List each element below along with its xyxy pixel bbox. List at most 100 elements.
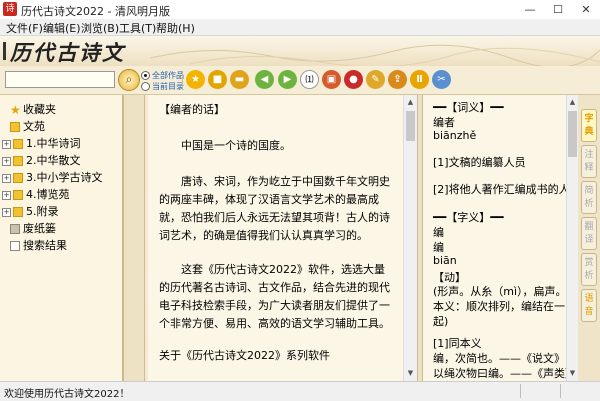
folder-icon (13, 190, 23, 200)
article-paragraph: 唐诗、宋词，作为屹立于中国数千年文明史的两座丰碑，体现了汉语言文学艺术的最高成就… (159, 175, 390, 242)
document-icon (10, 241, 20, 251)
folder-icon (13, 139, 23, 149)
character: 编 (433, 241, 444, 254)
tab-translation[interactable]: 翻译 (581, 217, 597, 250)
menu-browse[interactable]: 浏览(B) (81, 20, 119, 36)
tab-audio[interactable]: 语音 (581, 289, 597, 322)
tree-item-appendix[interactable]: +5.附录 (2, 203, 59, 218)
article-scrollbar[interactable]: ▲ ▼ (403, 95, 417, 381)
menu-tools[interactable]: 工具(T) (119, 20, 156, 36)
tree-item-favorites[interactable]: ★ 收藏夹 (10, 101, 56, 117)
left-splitter[interactable] (123, 95, 145, 381)
banner: 历代古诗文 (0, 36, 600, 67)
expand-icon[interactable]: + (2, 156, 11, 166)
back-icon[interactable]: ◀ (255, 70, 274, 89)
side-tabs: 字典 注释 简析 翻译 赏析 语音 (578, 95, 600, 381)
expand-icon[interactable]: + (2, 190, 11, 200)
scope-current-radio[interactable]: 当前目录 (141, 81, 184, 92)
color-icon[interactable]: ● (344, 70, 363, 89)
banner-decoration (150, 44, 600, 66)
section-header: ━━【字义】━━ (433, 211, 504, 224)
tab-notes[interactable]: 注释 (581, 145, 597, 178)
menu-bar: 文件(F) 编辑(E) 浏览(B) 工具(T) 帮助(H) (0, 19, 600, 36)
window-title: 历代古诗文2022 - 清风明月版 (21, 5, 170, 18)
tree-item-trash[interactable]: 废纸篓 (10, 220, 56, 235)
article-paragraph: 关于《历代古诗文2022》系列软件 (159, 349, 330, 362)
minimize-button[interactable]: — (516, 0, 544, 19)
star-icon: ★ (10, 103, 21, 117)
pinyin: biānzhě (433, 129, 477, 142)
article-view: 【编者的话】 中国是一个诗的国度。 唐诗、宋词，作为屹立于中国数千年文明史的两座… (148, 95, 403, 381)
article-heading: 【编者的话】 (159, 103, 225, 116)
definition: [1]同本义 (433, 337, 482, 350)
dictionary-panel: ━━【词义】━━ 编者 biānzhě [1]文稿的编纂人员 [2]将他人著作汇… (423, 95, 574, 381)
search-icon[interactable]: ⌕ (118, 69, 140, 91)
scroll-thumb[interactable] (568, 111, 577, 157)
toolbar-separator (182, 71, 183, 89)
scroll-down-icon[interactable]: ▼ (406, 369, 415, 377)
search-input[interactable] (5, 71, 115, 88)
close-button[interactable]: ✕ (572, 0, 600, 19)
section-header: ━━【词义】━━ (433, 101, 504, 114)
folder-icon (13, 173, 23, 183)
settings-icon[interactable]: ✂ (432, 70, 451, 89)
article-paragraph: 中国是一个诗的国度。 (181, 139, 291, 152)
tree-item-prose[interactable]: +2.中华散文 (2, 152, 81, 167)
folder-open-icon[interactable]: ▬ (230, 70, 249, 89)
citation: 以绳次物曰编。——《声类》 (433, 367, 574, 380)
menu-help[interactable]: 帮助(H) (156, 20, 195, 36)
tree-item-poetry[interactable]: +1.中华诗词 (2, 135, 81, 150)
tree-item-label: 收藏夹 (23, 103, 56, 116)
dictionary-scrollbar[interactable]: ▲ ▼ (566, 95, 578, 381)
forward-icon[interactable]: ▶ (278, 70, 297, 89)
part-of-speech: 【动】 (433, 271, 466, 284)
bookmark-icon[interactable]: ■ (208, 70, 227, 89)
tab-dictionary[interactable]: 字典 (581, 109, 597, 142)
menu-edit[interactable]: 编辑(E) (43, 20, 81, 36)
tree-item-label: 1.中华诗词 (26, 137, 81, 150)
scope-current-label: 当前目录 (152, 82, 184, 91)
status-message: 欢迎使用历代古诗文2022！ (4, 389, 130, 400)
maximize-button[interactable]: ☐ (544, 0, 572, 19)
scroll-up-icon[interactable]: ▲ (406, 98, 415, 106)
scroll-thumb[interactable] (406, 111, 415, 141)
scope-all-label: 全部作品 (152, 71, 184, 80)
tree-item-school[interactable]: +3.中小学古诗文 (2, 169, 103, 184)
star-icon[interactable]: ★ (186, 70, 205, 89)
scope-all-radio[interactable]: 全部作品 (141, 70, 184, 81)
folder-icon (10, 122, 20, 132)
export-icon[interactable]: ⇪ (388, 70, 407, 89)
tree-item-label: 4.博览苑 (26, 188, 70, 201)
tree-item-wenyuan[interactable]: 文苑 (10, 118, 45, 133)
scroll-up-icon[interactable]: ▲ (568, 98, 577, 106)
tree-item-label: 搜索结果 (23, 239, 67, 252)
tree-item-boyuan[interactable]: +4.博览苑 (2, 186, 70, 201)
banner-bar (3, 42, 6, 60)
tree-item-label: 5.附录 (26, 205, 59, 218)
scroll-down-icon[interactable]: ▼ (568, 369, 577, 377)
tab-analysis[interactable]: 简析 (581, 181, 597, 214)
tree-item-label: 3.中小学古诗文 (26, 171, 103, 184)
tree-item-search-results[interactable]: 搜索结果 (10, 237, 67, 252)
status-divider (520, 384, 521, 398)
expand-icon[interactable]: + (2, 139, 11, 149)
status-bar: 欢迎使用历代古诗文2022！ (0, 381, 600, 401)
word: 编者 (433, 116, 455, 129)
definition: [2]将他人著作汇编成书的人 (433, 183, 570, 196)
character: 编 (433, 226, 444, 239)
definition: [1]文稿的编纂人员 (433, 156, 526, 169)
menu-file[interactable]: 文件(F) (6, 20, 43, 36)
tree-item-label: 废纸篓 (23, 222, 56, 235)
tab-appreciation[interactable]: 赏析 (581, 253, 597, 286)
copy-icon[interactable]: ▣ (322, 70, 341, 89)
expand-icon[interactable]: + (2, 173, 11, 183)
radio-empty-icon (141, 82, 150, 91)
pause-icon[interactable]: Ⅱ (410, 70, 429, 89)
highlight-icon[interactable]: ✎ (366, 70, 385, 89)
catalog-tree: ★ 收藏夹 文苑 +1.中华诗词 +2.中华散文 +3.中小学古诗文 +4.博览苑… (0, 95, 123, 381)
trash-icon (10, 224, 20, 234)
expand-icon[interactable]: + (2, 207, 11, 217)
font-size-icon[interactable]: ⑴ (300, 70, 319, 89)
status-divider (560, 384, 561, 398)
citation: 编，次简也。——《说文》 (433, 352, 565, 365)
